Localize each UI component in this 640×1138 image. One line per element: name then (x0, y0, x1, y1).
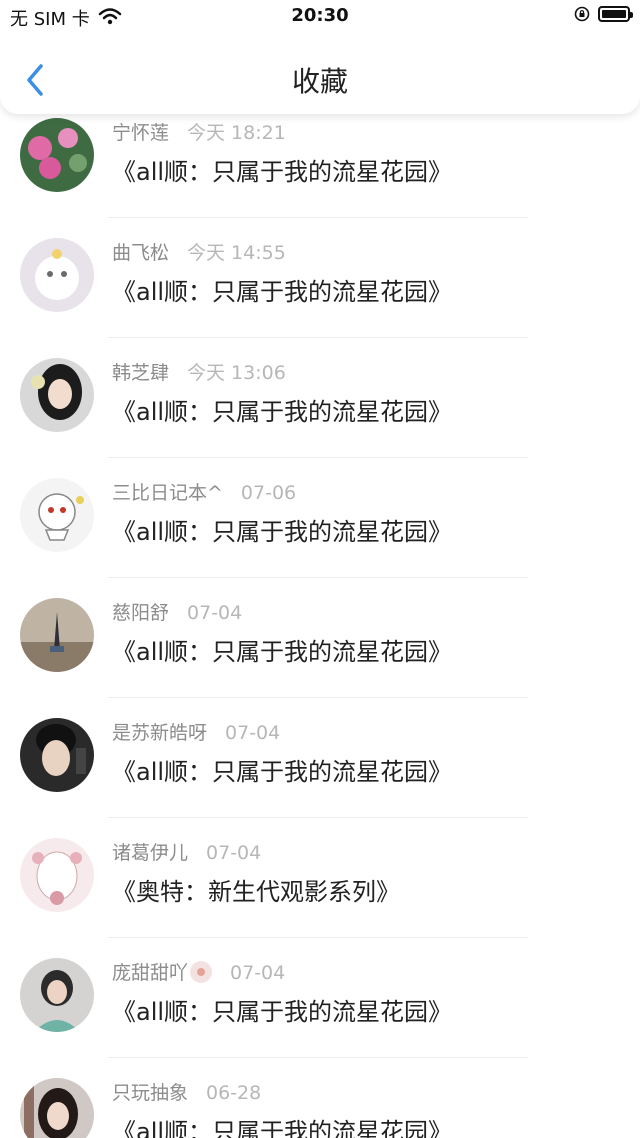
item-time: 今天 18:21 (187, 122, 286, 144)
item-title[interactable]: 《all顺：只属于我的流星花园》 (112, 272, 452, 307)
item-meta: 庞甜甜吖 07-04 (112, 958, 285, 985)
status-time: 20:30 (291, 5, 349, 26)
item-time: 07-04 (230, 962, 286, 984)
item-time: 07-04 (187, 602, 243, 624)
item-meta: 只玩抽象 06-28 (112, 1078, 261, 1105)
item-time: 07-04 (206, 842, 262, 864)
item-title[interactable]: 《all顺：只属于我的流星花园》 (112, 1112, 452, 1138)
user-name: 慈阳舒 (112, 602, 170, 624)
avatar[interactable] (20, 598, 94, 672)
list-item[interactable]: 庞甜甜吖 07-04 《all顺：只属于我的流星花园》 (0, 938, 640, 1058)
list-item[interactable]: 曲飞松 今天 14:55 《all顺：只属于我的流星花园》 (0, 218, 640, 338)
avatar[interactable] (20, 358, 94, 432)
user-name: 诸葛伊儿 (112, 842, 189, 864)
item-time: 今天 14:55 (187, 242, 286, 264)
page-title: 收藏 (291, 65, 348, 98)
item-meta: 是苏新皓呀 07-04 (112, 718, 280, 745)
user-name: 只玩抽象 (112, 1082, 189, 1104)
list-item[interactable]: 韩芝肆 今天 13:06 《all顺：只属于我的流星花园》 (0, 338, 640, 458)
avatar[interactable] (20, 1078, 94, 1138)
item-title[interactable]: 《all顺：只属于我的流星花园》 (112, 632, 452, 667)
list-item[interactable]: 宁怀莲 今天 18:21 《all顺：只属于我的流星花园》 (0, 98, 640, 218)
list-item[interactable]: 三比日记本^ 07-06 《all顺：只属于我的流星花园》 (0, 458, 640, 578)
user-name: 是苏新皓呀 (112, 722, 208, 744)
item-time: 06-28 (206, 1082, 262, 1104)
item-time: 07-04 (225, 722, 281, 744)
item-title[interactable]: 《all顺：只属于我的流星花园》 (112, 752, 452, 787)
list-item[interactable]: 慈阳舒 07-04 《all顺：只属于我的流星花园》 (0, 578, 640, 698)
avatar[interactable] (20, 718, 94, 792)
item-meta: 慈阳舒 07-04 (112, 598, 242, 625)
item-time: 今天 13:06 (187, 362, 286, 384)
emoji-icon (190, 961, 213, 983)
item-title[interactable]: 《all顺：只属于我的流星花园》 (112, 992, 452, 1027)
item-title[interactable]: 《all顺：只属于我的流星花园》 (112, 392, 452, 427)
item-meta: 宁怀莲 今天 18:21 (112, 118, 286, 145)
item-title[interactable]: 《all顺：只属于我的流星花园》 (112, 152, 452, 187)
list-item[interactable]: 诸葛伊儿 07-04 《奥特：新生代观影系列》 (0, 818, 640, 938)
item-meta: 诸葛伊儿 07-04 (112, 838, 261, 865)
list-item[interactable]: 是苏新皓呀 07-04 《all顺：只属于我的流星花园》 (0, 698, 640, 818)
user-name: 韩芝肆 (112, 362, 170, 384)
list-item[interactable]: 只玩抽象 06-28 《all顺：只属于我的流星花园》 (0, 1058, 640, 1138)
item-meta: 曲飞松 今天 14:55 (112, 238, 286, 265)
avatar[interactable] (20, 118, 94, 192)
item-title[interactable]: 《奥特：新生代观影系列》 (112, 872, 400, 907)
avatar[interactable] (20, 238, 94, 312)
rotation-lock-icon (574, 6, 590, 22)
avatar[interactable] (20, 838, 94, 912)
item-time: 07-06 (240, 482, 297, 504)
favorites-list: 宁怀莲 今天 18:21 《all顺：只属于我的流星花园》 曲飞松 今天 14:55… (0, 0, 640, 1138)
avatar[interactable] (20, 958, 94, 1032)
avatar[interactable] (20, 478, 94, 552)
user-name: 三比日记本^ (112, 482, 223, 504)
item-title[interactable]: 《all顺：只属于我的流星花园》 (112, 512, 452, 547)
status-right (574, 6, 633, 22)
navigation-bar: 收藏 (0, 34, 640, 114)
user-name: 庞甜甜吖 (112, 962, 189, 984)
status-bar: 无 SIM 卡 20:30 (0, 0, 640, 34)
user-name: 曲飞松 (112, 242, 170, 264)
item-meta: 韩芝肆 今天 13:06 (112, 358, 286, 385)
user-name: 宁怀莲 (112, 122, 170, 144)
item-meta: 三比日记本^ 07-06 (112, 478, 296, 505)
battery-icon (598, 6, 633, 22)
